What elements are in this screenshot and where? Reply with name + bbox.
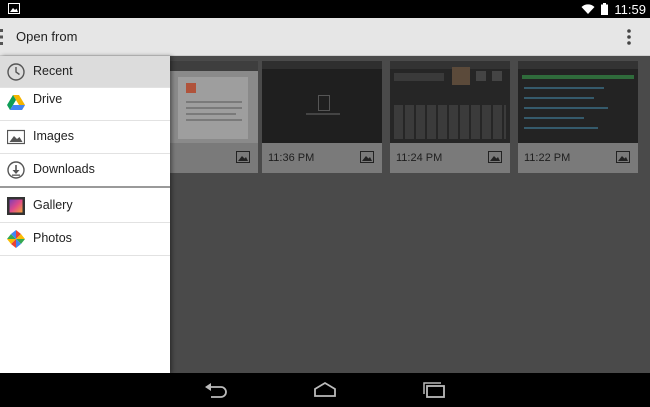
- overflow-menu-icon[interactable]: [626, 28, 632, 46]
- file-thumbnail: [262, 61, 382, 143]
- image-type-icon: [360, 151, 374, 163]
- image-type-icon: [616, 151, 630, 163]
- download-icon: [7, 161, 25, 179]
- file-card[interactable]: 11:24 PM: [390, 61, 510, 173]
- drawer-item-label: Recent: [33, 64, 73, 78]
- file-time: 11:36 PM: [268, 152, 315, 164]
- file-thumbnail: [390, 61, 510, 143]
- drawer-item-images[interactable]: Images: [0, 121, 170, 154]
- drawer-item-label: Downloads: [33, 162, 95, 176]
- image-icon: [7, 129, 25, 145]
- drawer-item-label: Photos: [33, 231, 72, 245]
- action-bar: Open from: [0, 18, 650, 56]
- file-time: 11:24 PM: [396, 152, 443, 164]
- image-icon: [8, 3, 20, 14]
- file-time: 11:22 PM: [524, 152, 571, 164]
- nav-drawer-icon[interactable]: [0, 27, 6, 47]
- drawer-item-label: Gallery: [33, 198, 73, 212]
- drawer-item-label: Images: [33, 129, 74, 143]
- wifi-icon: [581, 3, 595, 14]
- image-type-icon: [488, 151, 502, 163]
- image-type-icon: [236, 151, 250, 163]
- status-time: 11:59: [614, 1, 646, 17]
- photos-icon: [7, 230, 25, 248]
- drawer-divider: [0, 186, 170, 188]
- file-card[interactable]: 11:22 PM: [518, 61, 638, 173]
- navigation-drawer: Recent Drive Images Downloads Gallery Ph…: [0, 56, 170, 373]
- page-title: Open from: [16, 29, 78, 44]
- drawer-item-drive[interactable]: Drive: [0, 88, 170, 121]
- system-navigation-bar: [0, 373, 650, 407]
- clock-icon: [7, 63, 25, 81]
- drawer-item-gallery[interactable]: Gallery: [0, 190, 170, 223]
- drawer-item-label: Drive: [33, 92, 63, 106]
- recents-icon[interactable]: [422, 380, 448, 400]
- drawer-item-downloads[interactable]: Downloads: [0, 154, 170, 186]
- drawer-item-photos[interactable]: Photos: [0, 223, 170, 256]
- gallery-icon: [7, 197, 25, 215]
- back-icon[interactable]: [203, 380, 229, 400]
- file-card[interactable]: 11:36 PM: [262, 61, 382, 173]
- status-bar: 11:59: [0, 0, 650, 18]
- drive-icon: [7, 95, 25, 110]
- home-icon[interactable]: [312, 380, 338, 400]
- file-thumbnail: [518, 61, 638, 143]
- drawer-item-recent[interactable]: Recent: [0, 56, 170, 88]
- battery-icon: [601, 3, 609, 15]
